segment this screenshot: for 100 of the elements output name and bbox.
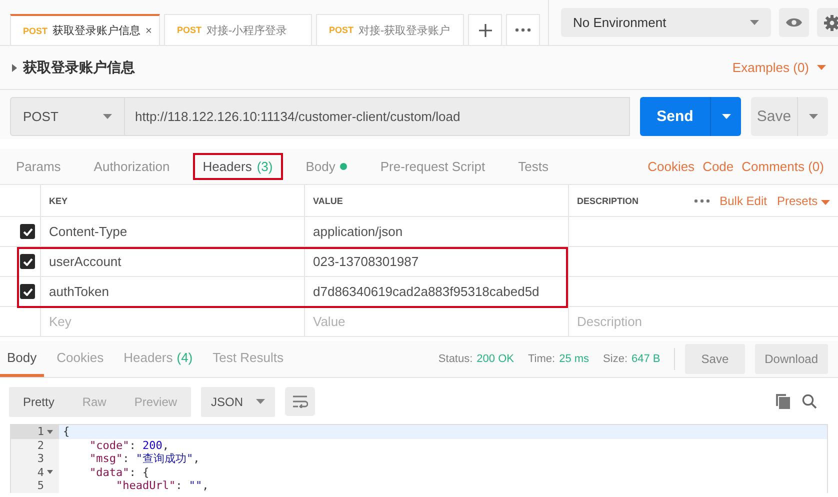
request-section-tab[interactable]: Body [296, 153, 358, 180]
line-number: 2 [37, 438, 44, 452]
code-token: : [122, 452, 130, 465]
settings-button[interactable] [817, 8, 838, 37]
request-section-tab[interactable]: Authorization [84, 153, 180, 180]
code-token: "msg" [88, 452, 123, 465]
format-select[interactable]: JSON [201, 386, 276, 416]
code-token: : [129, 438, 137, 452]
environment-select[interactable]: No Environment [561, 8, 771, 37]
line-number: 5 [37, 479, 44, 492]
checkbox[interactable] [20, 284, 35, 299]
column-header: KEY [49, 196, 68, 206]
link[interactable]: Comments (0) [742, 159, 824, 174]
request-section-tab[interactable]: Params [14, 153, 71, 180]
code-token: { [63, 425, 70, 438]
caret-icon [808, 114, 818, 118]
more-tabs-button[interactable] [506, 14, 540, 45]
code-token: "code" [88, 438, 130, 452]
response-tab[interactable]: Headers (4) [116, 341, 200, 377]
fold-caret-icon[interactable] [47, 430, 53, 434]
presets-dropdown[interactable]: Presets [776, 194, 830, 208]
request-section-tab[interactable]: Tests [508, 153, 558, 180]
code-token: 200 [142, 438, 162, 452]
new-tab-button[interactable] [468, 14, 502, 45]
checkbox[interactable] [20, 224, 35, 239]
code-token: "查询成功" [136, 452, 194, 465]
checkmark-icon [22, 288, 32, 296]
caret-icon [722, 114, 730, 118]
code-token: "data" [88, 466, 130, 478]
column-header: VALUE [313, 196, 343, 206]
send-button[interactable]: Send [640, 96, 741, 136]
request-section-tab[interactable]: Pre-request Script [370, 153, 496, 180]
caret-icon [750, 20, 759, 25]
response-stat-label: Size: [603, 353, 628, 365]
response-stat-value: 647 B [632, 353, 660, 365]
checkmark-icon [22, 228, 32, 236]
line-number: 3 [37, 452, 44, 466]
request-section-tab[interactable]: Headers (3) [192, 153, 283, 180]
request-name: 获取登录账户信息 [23, 58, 136, 76]
header-value: application/json [313, 224, 403, 239]
response-action-button[interactable]: Download [754, 344, 828, 374]
method-select[interactable]: POST [10, 96, 125, 136]
environment-quick-look-button[interactable] [779, 8, 809, 37]
code-token: : [176, 479, 184, 492]
code-token: , [162, 438, 169, 452]
view-mode-tab[interactable]: Raw [68, 386, 120, 416]
checkmark-icon [22, 258, 32, 266]
response-stat-value: 200 OK [476, 353, 514, 365]
header-value: 023-13708301987 [313, 254, 419, 269]
response-tab[interactable]: Test Results [206, 341, 290, 377]
header-key: Content-Type [49, 224, 128, 239]
value-placeholder[interactable]: Value [313, 314, 346, 329]
description-cell[interactable] [568, 247, 838, 277]
line-number: 1 [37, 425, 44, 438]
code-token: , [193, 452, 200, 465]
code-token: "" [188, 479, 202, 492]
expand-triangle-icon[interactable] [12, 64, 17, 72]
description-cell[interactable] [568, 277, 838, 307]
more-icon [515, 28, 531, 32]
fold-caret-icon[interactable] [47, 470, 53, 474]
bulk-edit-link[interactable]: Bulk Edit [720, 194, 767, 208]
url-field[interactable]: http://118.122.126.10:11134/customer-client/custom/load [125, 96, 630, 136]
response-stat-label: Time: [528, 353, 556, 365]
response-tab[interactable]: Body [0, 341, 44, 377]
header-value: d7d86340619cad2a883f95318cabed5d [313, 284, 540, 299]
settings-icon [824, 14, 838, 30]
request-tab[interactable]: POST 对接-小程序登录 [164, 14, 312, 45]
code-token: , [202, 479, 209, 492]
key-placeholder[interactable]: Key [49, 314, 72, 329]
copy-icon[interactable] [776, 394, 790, 409]
code-token: "headUrl" [114, 479, 176, 492]
wrap-lines-icon [292, 395, 308, 408]
request-tab[interactable]: POST 对接-获取登录账户 [316, 14, 464, 45]
header-key: authToken [49, 284, 109, 299]
view-mode-tab[interactable]: Preview [120, 386, 192, 416]
caret-icon [256, 399, 266, 404]
response-action-button[interactable]: Save [685, 344, 745, 374]
line-number: 4 [37, 466, 44, 479]
caret-icon [817, 65, 826, 70]
link[interactable]: Code [702, 159, 734, 174]
response-stat-value: 25 ms [559, 353, 590, 365]
description-cell[interactable] [568, 217, 838, 247]
wrap-lines-button[interactable] [285, 387, 316, 416]
close-icon[interactable] [146, 25, 151, 36]
link[interactable]: Cookies [648, 159, 695, 174]
eye-icon [785, 17, 803, 28]
header-key: userAccount [49, 254, 122, 269]
response-stat-label: Status: [438, 353, 473, 365]
plus-icon [478, 24, 492, 36]
request-tab[interactable]: POST 获取登录账户信息 [10, 14, 160, 45]
examples-dropdown[interactable]: Examples (0) [732, 60, 826, 75]
more-icon[interactable] [694, 198, 710, 202]
view-mode-tab[interactable]: Pretty [9, 386, 68, 416]
save-button[interactable]: Save [751, 96, 828, 136]
column-header: DESCRIPTION [577, 196, 639, 206]
description-placeholder[interactable]: Description [577, 314, 642, 329]
code-token: : { [129, 466, 150, 478]
search-icon[interactable] [802, 394, 817, 409]
checkbox[interactable] [20, 254, 35, 269]
response-tab[interactable]: Cookies [50, 341, 111, 377]
